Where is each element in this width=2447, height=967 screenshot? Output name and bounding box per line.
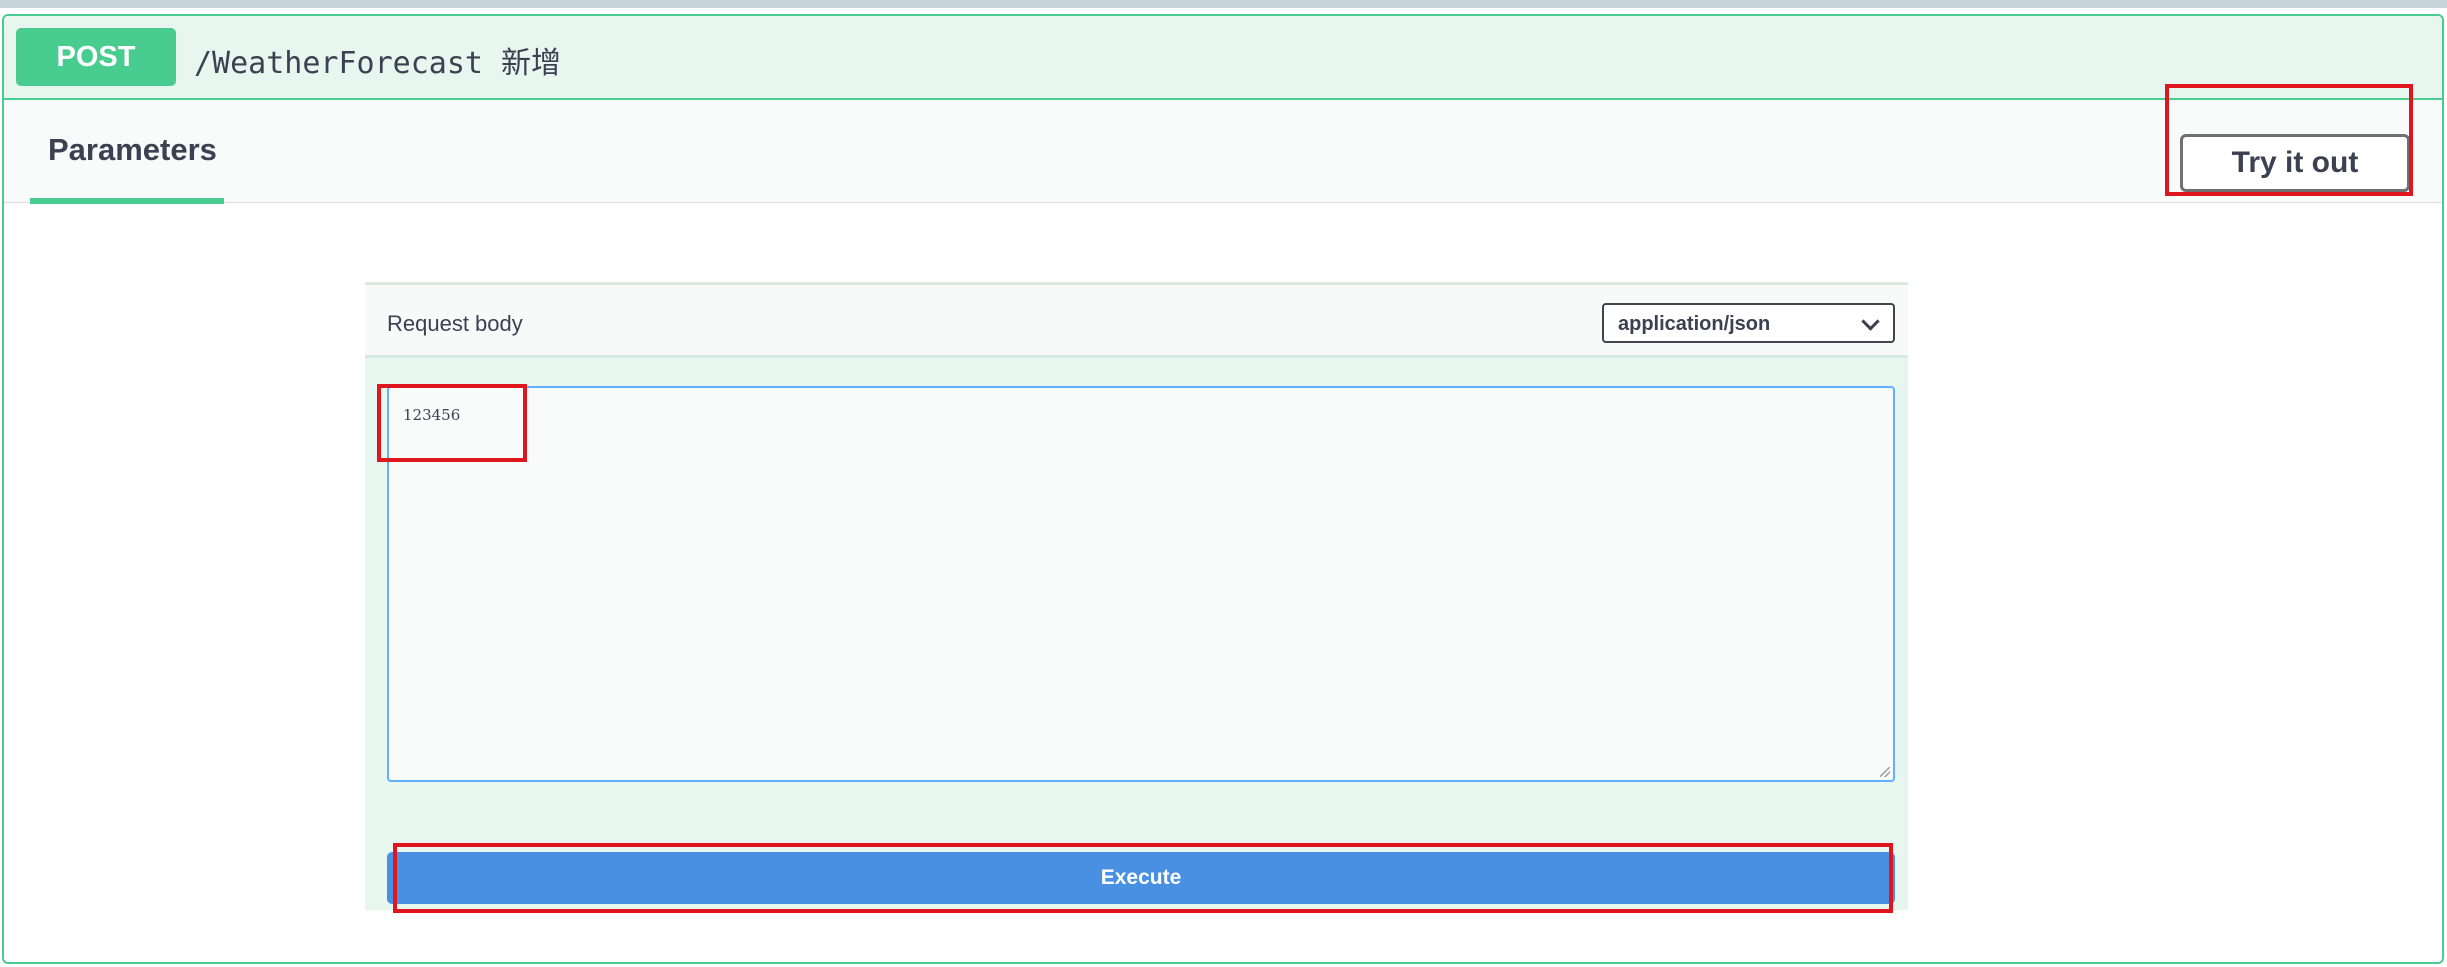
parameters-tab-bar: Parameters Try it out	[4, 100, 2442, 204]
method-badge: POST	[16, 28, 176, 86]
resize-handle-icon[interactable]	[1880, 767, 1890, 777]
top-strip	[0, 0, 2447, 8]
request-body-header: Request body application/json	[365, 282, 1908, 358]
content-type-value: application/json	[1618, 313, 1771, 335]
request-body-value: 123456	[403, 406, 461, 424]
request-body-panel: Request body application/json 123456 Exe…	[365, 282, 1908, 910]
tab-parameters[interactable]: Parameters	[30, 100, 224, 204]
request-body-textarea[interactable]: 123456	[387, 386, 1895, 782]
execute-button[interactable]: Execute	[387, 852, 1895, 904]
content-type-select[interactable]: application/json	[1602, 303, 1895, 343]
try-it-out-button[interactable]: Try it out	[2180, 134, 2410, 192]
operation-path: /WeatherForecast 新增	[194, 46, 562, 81]
operation-summary[interactable]: POST /WeatherForecast 新增	[4, 16, 2442, 100]
page: POST /WeatherForecast 新增 Parameters Try …	[0, 0, 2447, 967]
chevron-down-icon	[1861, 312, 1880, 331]
tab-parameters-label: Parameters	[48, 132, 217, 167]
request-body-label: Request body	[387, 311, 523, 336]
